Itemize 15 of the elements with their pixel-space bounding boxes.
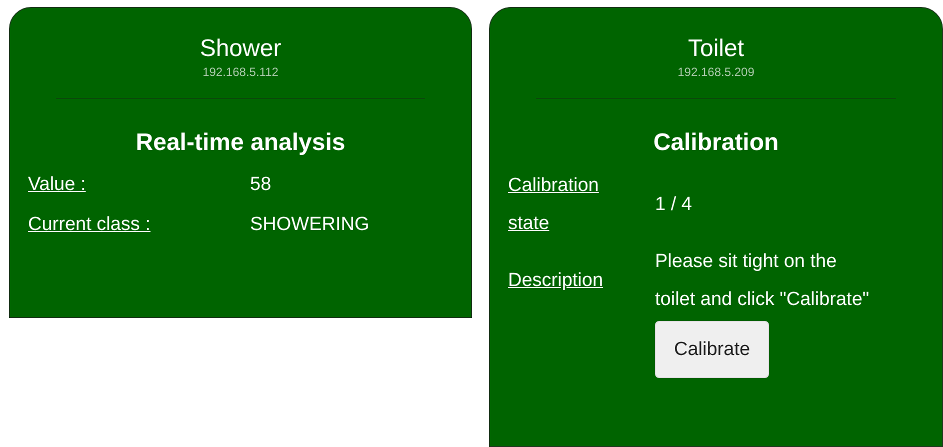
field-label: Description	[508, 269, 604, 293]
device-title: Toilet	[686, 37, 746, 61]
field-value: 58	[250, 173, 272, 197]
ip-address: 192.168.5.112	[202, 64, 280, 80]
field-value: 1 / 4	[655, 193, 692, 217]
field-label: Current class :	[28, 213, 150, 237]
field-value: SHOWERING	[250, 213, 370, 237]
field-label: Calibration state	[508, 174, 600, 236]
calibrate-button[interactable]: Calibrate	[655, 321, 770, 378]
section-heading: Calibration	[652, 129, 780, 157]
ip-address: 192.168.5.209	[676, 64, 756, 80]
field-label: Value :	[28, 173, 86, 197]
section-heading: Real-time analysis	[134, 129, 346, 157]
field-value: Please sit tight on the toilet and click "Calibrate"	[655, 250, 870, 312]
device-title: Shower	[198, 37, 282, 61]
